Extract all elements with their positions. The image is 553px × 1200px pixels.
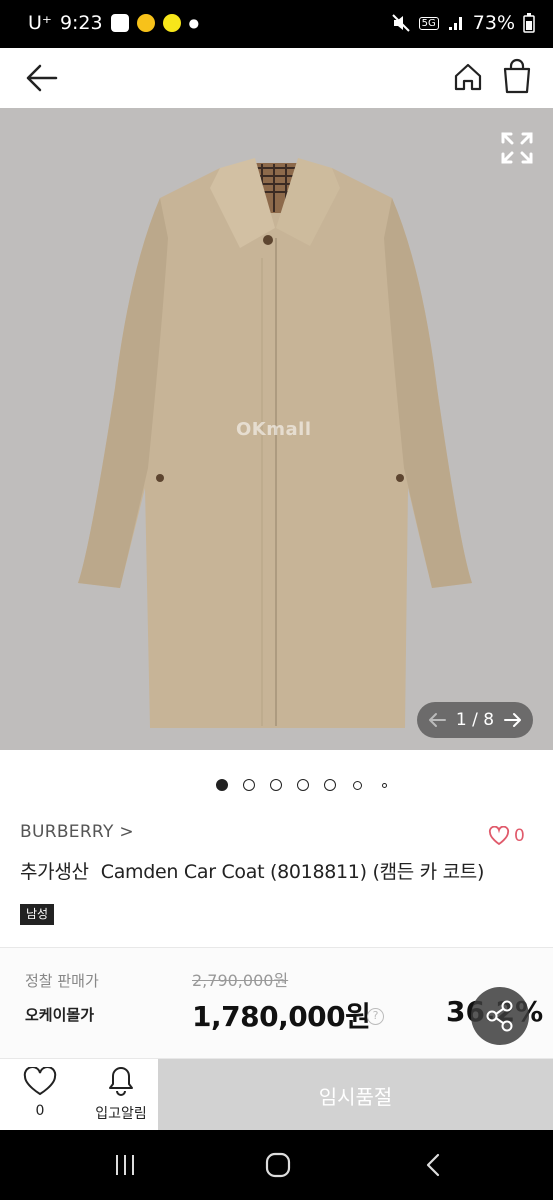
back-button-icon[interactable] (422, 1152, 444, 1178)
chevron-right-icon: > (119, 822, 134, 842)
status-bar: U⁺ 9:23 ● 5G 73% (0, 0, 553, 48)
brand-link[interactable]: BURBERRY > (20, 822, 134, 842)
carousel-dot[interactable] (297, 779, 309, 791)
recent-apps-icon[interactable] (112, 1152, 138, 1178)
app-header (0, 48, 553, 108)
list-price-label: 정찰 판매가 (25, 972, 99, 990)
arrow-left-icon[interactable] (427, 712, 447, 728)
gender-tag: 남성 (20, 904, 55, 925)
image-pager: 1 / 8 (417, 702, 533, 738)
product-title: 추가생산 Camden Car Coat (8018811) (캠든 카 코트) (20, 857, 484, 884)
carousel-dot[interactable] (216, 779, 228, 791)
shopping-bag-icon[interactable] (500, 58, 534, 94)
pager-separator: / (472, 710, 478, 730)
bottom-action-bar: 0 입고알림 임시품절 (0, 1058, 553, 1131)
expand-icon[interactable] (499, 130, 535, 166)
arrow-right-icon[interactable] (503, 712, 523, 728)
battery-label: 73% (472, 12, 515, 34)
pager-current: 1 (455, 710, 467, 730)
like-count: 0 (514, 826, 525, 846)
title-text: Camden Car Coat (8018811) (캠든 카 코트) (100, 861, 485, 883)
restock-alarm-label: 입고알림 (95, 1106, 147, 1122)
home-icon[interactable] (452, 61, 484, 93)
pager-total: 8 (483, 710, 495, 730)
app-notification-icon (136, 14, 155, 32)
mall-price-label: 오케이몰가 (25, 1006, 95, 1024)
battery-icon (523, 13, 535, 33)
wishlist-count: 0 (35, 1103, 45, 1119)
watermark: OKmall (236, 419, 312, 440)
carrier-label: U⁺ (28, 12, 52, 34)
carousel-dot[interactable] (243, 779, 255, 791)
carousel-dot[interactable] (324, 779, 336, 791)
bell-icon (109, 1067, 133, 1096)
more-notifications-icon: ● (188, 16, 200, 30)
product-image-gallery[interactable]: OKmall 1 / 8 (0, 108, 553, 750)
heart-icon (488, 826, 510, 846)
carousel-dot[interactable] (352, 780, 362, 790)
carousel-indicator (0, 776, 553, 792)
clock: 9:23 (59, 12, 103, 34)
pager-text: 1 / 8 (456, 710, 494, 730)
share-button[interactable] (471, 987, 529, 1045)
carousel-dot[interactable] (381, 782, 387, 788)
brand-name: BURBERRY (20, 822, 114, 842)
restock-alarm-button[interactable]: 입고알림 (86, 1065, 156, 1123)
system-nav-bar (0, 1130, 553, 1200)
wishlist-button[interactable]: 0 (20, 1066, 60, 1119)
list-price: 2,790,000원 (192, 971, 289, 990)
talk-notification-icon (162, 14, 181, 32)
gallery-notification-icon (110, 14, 129, 32)
home-button-icon[interactable] (264, 1152, 292, 1178)
carousel-dot[interactable] (270, 779, 282, 791)
signal-icon (448, 17, 462, 30)
help-icon[interactable]: ? (367, 1008, 384, 1025)
mute-icon (391, 14, 410, 32)
share-icon (486, 1000, 513, 1032)
network-label: 5G (418, 16, 439, 30)
like-button[interactable]: 0 (488, 826, 525, 846)
arrow-left-icon[interactable] (22, 58, 62, 98)
sold-out-button[interactable]: 임시품절 (158, 1059, 553, 1131)
heart-icon (23, 1066, 57, 1096)
title-prefix: 추가생산 (20, 861, 89, 883)
sale-price: 1,780,000원 (192, 1000, 371, 1033)
